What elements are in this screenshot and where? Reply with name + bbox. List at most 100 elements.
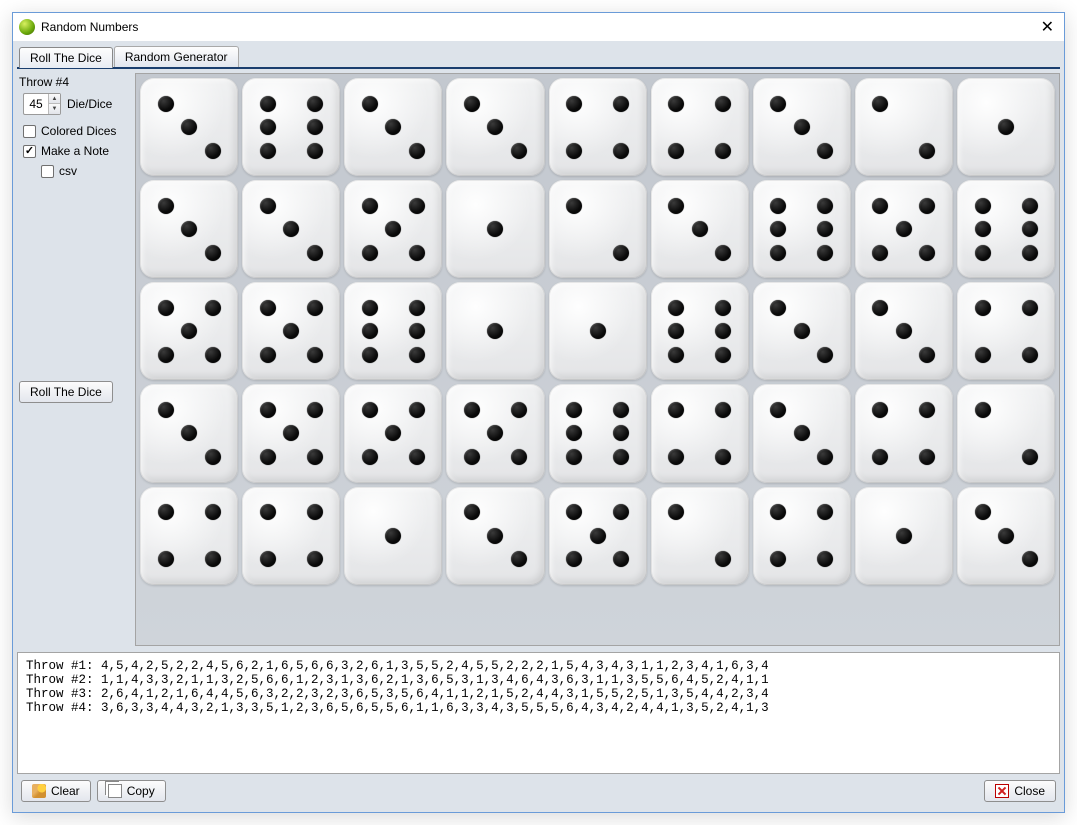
dice-count-spinner[interactable]: ▲ ▼ xyxy=(23,93,61,115)
die xyxy=(446,78,544,176)
pip xyxy=(205,143,221,159)
window-close-button[interactable]: ✕ xyxy=(1037,17,1058,37)
close-button[interactable]: Close xyxy=(984,780,1056,802)
pip xyxy=(181,425,197,441)
pip xyxy=(566,504,582,520)
pip xyxy=(817,504,833,520)
dice-count-input[interactable] xyxy=(24,96,48,112)
die xyxy=(549,384,647,482)
pip xyxy=(872,245,888,261)
pip xyxy=(409,347,425,363)
pip xyxy=(464,504,480,520)
pip xyxy=(362,300,378,316)
pip xyxy=(566,96,582,112)
title-bar: Random Numbers ✕ xyxy=(13,13,1064,41)
close-icon xyxy=(995,784,1009,798)
die xyxy=(549,78,647,176)
tab-random-generator[interactable]: Random Generator xyxy=(114,46,239,67)
pip xyxy=(613,245,629,261)
pip xyxy=(409,198,425,214)
pip xyxy=(511,449,527,465)
pip xyxy=(205,449,221,465)
pip xyxy=(1022,551,1038,567)
die xyxy=(140,78,238,176)
pip xyxy=(158,504,174,520)
dice-count-label: Die/Dice xyxy=(67,97,112,111)
die xyxy=(855,384,953,482)
spinner-up-icon[interactable]: ▲ xyxy=(48,94,60,104)
die xyxy=(753,384,851,482)
pip xyxy=(205,347,221,363)
pip xyxy=(613,425,629,441)
pip xyxy=(307,504,323,520)
pip xyxy=(158,96,174,112)
pip xyxy=(260,119,276,135)
pip xyxy=(205,551,221,567)
pip xyxy=(817,221,833,237)
die xyxy=(753,487,851,585)
die xyxy=(855,487,953,585)
close-button-label: Close xyxy=(1014,784,1045,798)
pip xyxy=(464,96,480,112)
pip xyxy=(1022,300,1038,316)
die xyxy=(344,180,442,278)
clear-icon xyxy=(32,784,46,798)
pip xyxy=(872,402,888,418)
pip xyxy=(409,300,425,316)
pip xyxy=(998,119,1014,135)
dice-panel xyxy=(135,73,1060,646)
pip xyxy=(362,245,378,261)
pip xyxy=(181,221,197,237)
roll-the-dice-button[interactable]: Roll The Dice xyxy=(19,381,113,403)
pip xyxy=(770,551,786,567)
die xyxy=(957,78,1055,176)
pip xyxy=(158,402,174,418)
pip xyxy=(975,347,991,363)
pip xyxy=(307,96,323,112)
pip xyxy=(817,198,833,214)
pip xyxy=(307,402,323,418)
pip xyxy=(283,425,299,441)
colored-dices-checkbox[interactable] xyxy=(23,125,36,138)
pip xyxy=(613,504,629,520)
pip xyxy=(794,119,810,135)
copy-icon xyxy=(108,784,122,798)
pip xyxy=(385,119,401,135)
copy-button[interactable]: Copy xyxy=(97,780,166,802)
pip xyxy=(1022,198,1038,214)
notes-textarea[interactable]: Throw #1: 4,5,4,2,5,2,2,4,5,6,2,1,6,5,6,… xyxy=(17,652,1060,774)
pip xyxy=(260,402,276,418)
pip xyxy=(872,300,888,316)
pip xyxy=(715,245,731,261)
pip xyxy=(770,300,786,316)
die xyxy=(651,487,749,585)
pip xyxy=(668,323,684,339)
pip xyxy=(487,528,503,544)
csv-checkbox[interactable] xyxy=(41,165,54,178)
pip xyxy=(668,402,684,418)
pip xyxy=(919,143,935,159)
random-numbers-window: Random Numbers ✕ Roll The Dice Random Ge… xyxy=(12,12,1065,813)
pip xyxy=(409,402,425,418)
die xyxy=(855,282,953,380)
pip xyxy=(566,551,582,567)
pip xyxy=(975,402,991,418)
pip xyxy=(613,96,629,112)
pip xyxy=(362,347,378,363)
spinner-down-icon[interactable]: ▼ xyxy=(48,104,60,114)
pip xyxy=(590,323,606,339)
pip xyxy=(613,449,629,465)
tab-roll-the-dice[interactable]: Roll The Dice xyxy=(19,47,113,68)
die xyxy=(957,384,1055,482)
pip xyxy=(307,245,323,261)
pip xyxy=(307,143,323,159)
die xyxy=(446,384,544,482)
pip xyxy=(1022,221,1038,237)
clear-button[interactable]: Clear xyxy=(21,780,91,802)
make-a-note-checkbox[interactable] xyxy=(23,145,36,158)
pip xyxy=(998,528,1014,544)
die xyxy=(651,384,749,482)
pip xyxy=(715,347,731,363)
pip xyxy=(770,504,786,520)
dice-grid xyxy=(140,78,1055,585)
